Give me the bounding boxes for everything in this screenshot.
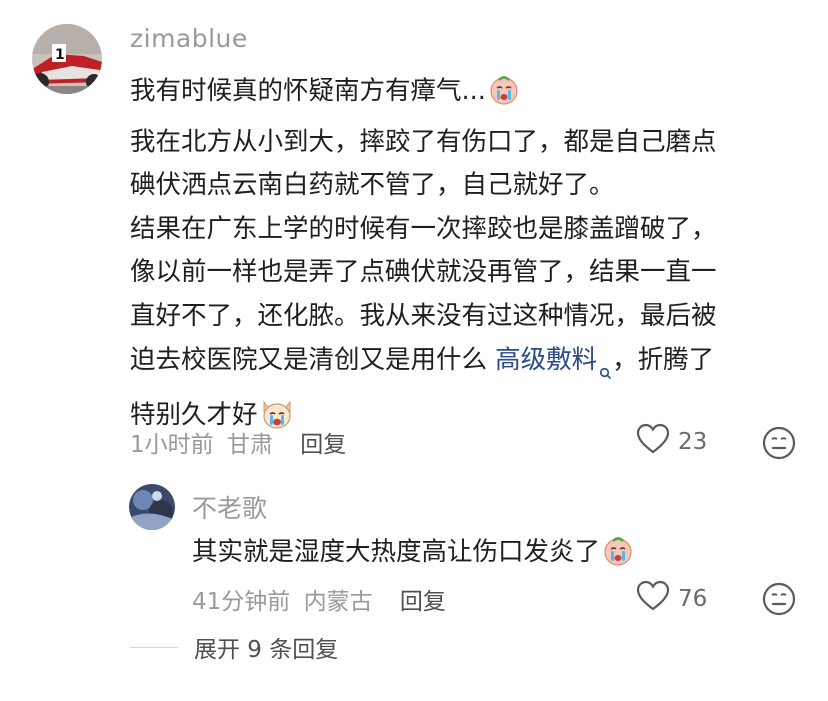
comment-line-text: 我有时候真的怀疑南方有瘴气...: [130, 76, 486, 106]
comment-time: 1小时前: [130, 432, 214, 458]
comment-location: 甘肃: [226, 432, 273, 458]
reply-time: 41分钟前: [192, 589, 291, 615]
expand-replies-button[interactable]: 展开 9 条回复: [130, 630, 338, 664]
comment-line: 我有时候真的怀疑南方有瘴气...: [130, 70, 795, 121]
comment-line-text: 迫去校医院又是清创又是用什么: [130, 344, 496, 375]
heart-outline-icon[interactable]: [636, 423, 670, 461]
comment-meta: 1小时前 甘肃 回复: [130, 425, 346, 459]
crying-emoji: [488, 74, 520, 121]
avatar-image: 1: [32, 24, 102, 94]
reply-button[interactable]: 回复: [300, 432, 346, 458]
avatar[interactable]: 1: [32, 24, 102, 94]
reply-location: 内蒙古: [303, 589, 373, 615]
divider: [130, 646, 178, 648]
comment-line: 迫去校医院又是清创又是用什么 高级敷料 ，折腾了: [130, 339, 795, 395]
search-link-text[interactable]: 高级敷料: [495, 345, 597, 375]
like-count: 23: [678, 429, 708, 455]
like-button[interactable]: 23: [636, 423, 707, 461]
comment-line: 直好不了，还化脓。我从来没有过这种情况，最后被: [130, 300, 717, 331]
comment-line: 结果在广东上学的时候有一次摔跤也是膝盖蹭破了，: [130, 213, 717, 244]
expand-replies-label[interactable]: 展开 9 条回复: [194, 630, 338, 664]
reply-like-count: 76: [678, 586, 708, 612]
reply-text-content: 其实就是湿度大热度高让伤口发炎了: [192, 537, 601, 567]
svg-text:1: 1: [55, 47, 65, 63]
reply-avatar[interactable]: [129, 484, 175, 530]
reply-username[interactable]: 不老歌: [192, 489, 267, 525]
reply-button[interactable]: 回复: [400, 589, 446, 615]
reply-avatar-image: [129, 484, 175, 530]
dislike-button[interactable]: [762, 426, 796, 464]
comment-line: 我在北方从小到大，摔跤了有伤口了，都是自己磨点: [130, 126, 717, 157]
comment-line-text: ，折腾了: [612, 344, 715, 375]
reply-dislike-button[interactable]: [762, 582, 796, 620]
search-link[interactable]: 高级敷料: [495, 345, 612, 379]
comment-line: 像以前一样也是弄了点碘伏就没再管了，结果一直一: [130, 257, 717, 288]
search-icon: [599, 351, 612, 395]
comment-text: 我有时候真的怀疑南方有瘴气... 我在北方从小到大，摔跤了有伤口了，都是自己磨点…: [130, 70, 795, 445]
meh-face-icon[interactable]: [762, 426, 796, 464]
heart-outline-icon[interactable]: [636, 580, 670, 618]
reply-text: 其实就是湿度大热度高让伤口发炎了: [192, 531, 634, 582]
reply-like-button[interactable]: 76: [636, 580, 707, 618]
comment-line: 碘伏洒点云南白药就不管了，自己就好了。: [130, 170, 615, 201]
crying-emoji: [602, 535, 634, 582]
meh-face-icon[interactable]: [762, 582, 796, 620]
reply-meta: 41分钟前 内蒙古 回复: [192, 582, 446, 616]
comment-username[interactable]: zimablue: [130, 24, 248, 53]
